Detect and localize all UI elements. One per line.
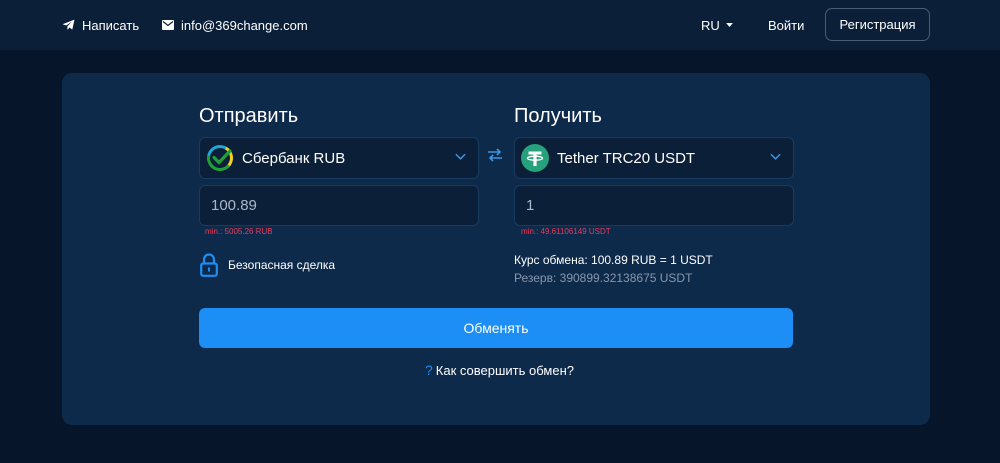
swap-arrows-icon[interactable] <box>487 148 503 162</box>
receive-title: Получить <box>514 105 602 127</box>
telegram-icon <box>62 19 75 30</box>
secure-deal-label: Безопасная сделка <box>228 258 336 272</box>
how-to-exchange-label: Как совершить обмен? <box>435 362 574 378</box>
chevron-down-icon <box>455 153 466 160</box>
mail-icon <box>162 20 174 30</box>
top-bar: Написать info@369change.com RU Войти Рег… <box>0 0 1000 50</box>
how-to-exchange-link[interactable]: ? Как совершить обмен? <box>425 362 574 378</box>
lock-icon <box>200 253 218 277</box>
caret-down-icon <box>725 23 733 27</box>
exchange-button[interactable]: Обменять <box>199 308 793 348</box>
send-currency-name: Сбербанк RUB <box>242 149 346 167</box>
register-button[interactable]: Регистрация <box>825 8 930 41</box>
email-label: info@369change.com <box>181 17 308 33</box>
sberbank-logo-icon <box>207 145 233 171</box>
login-link[interactable]: Войти <box>768 0 804 50</box>
question-icon: ? <box>425 362 433 378</box>
write-link[interactable]: Написать <box>62 0 139 50</box>
send-currency-select[interactable]: Сбербанк RUB <box>199 137 479 179</box>
exchange-rate: Курс обмена: 100.89 RUB = 1 USDT <box>514 253 713 267</box>
language-selector[interactable]: RU <box>701 0 733 50</box>
send-min-label: min.: 5005.26 RUB <box>205 227 273 236</box>
tether-logo-icon <box>521 144 549 172</box>
receive-currency-name: Tether TRC20 USDT <box>557 149 696 167</box>
reserve-amount: Резерв: 390899.32138675 USDT <box>514 271 693 285</box>
secure-deal: Безопасная сделка <box>200 252 335 278</box>
receive-amount-input[interactable] <box>514 185 794 226</box>
write-label: Написать <box>82 17 140 33</box>
send-amount-input[interactable] <box>199 185 479 226</box>
send-title: Отправить <box>199 105 299 127</box>
receive-min-label: min.: 49.61106149 USDT <box>521 227 611 236</box>
chevron-down-icon <box>770 153 781 160</box>
email-link[interactable]: info@369change.com <box>162 0 308 50</box>
language-label: RU <box>701 17 720 33</box>
receive-currency-select[interactable]: Tether TRC20 USDT <box>514 137 794 179</box>
